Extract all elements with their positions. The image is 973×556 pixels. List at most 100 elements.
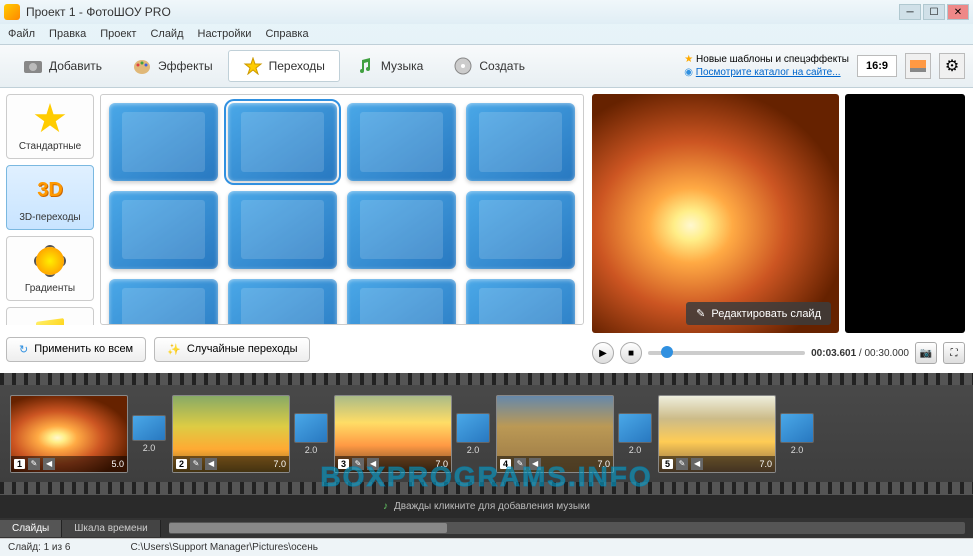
star-icon (243, 57, 263, 75)
slide-thumb[interactable]: 5 ✎ ◀ 7.0 (658, 395, 776, 473)
menubar: Файл Правка Проект Слайд Настройки Справ… (0, 24, 973, 44)
status-path: C:\Users\Support Manager\Pictures\осень (130, 542, 317, 553)
music-note-icon: ♪ (383, 501, 388, 512)
window-title: Проект 1 - ФотоШОУ PRO (26, 5, 899, 19)
tab-slides[interactable]: Слайды (0, 520, 62, 537)
random-button[interactable]: ✨ Случайные переходы (154, 337, 310, 362)
snapshot-button[interactable]: 📷 (915, 342, 937, 364)
preview-main[interactable]: ✎ Редактировать слайд (592, 94, 839, 333)
camera-icon: 📷 (920, 348, 932, 359)
menu-edit[interactable]: Правка (49, 28, 86, 40)
category-favorites[interactable] (6, 307, 94, 325)
fullscreen-button[interactable]: ⛶ (943, 342, 965, 364)
edit-slide-button[interactable]: ✎ Редактировать слайд (686, 302, 831, 325)
play-button[interactable]: ▶ (592, 342, 614, 364)
timeline: 1 ✎ ◀ 5.0 2.0 2 ✎ ◀ 7.0 2. (0, 373, 973, 538)
transition-item[interactable] (466, 279, 575, 325)
slides-track[interactable]: 1 ✎ ◀ 5.0 2.0 2 ✎ ◀ 7.0 2. (0, 385, 973, 482)
star-icon (34, 103, 66, 135)
tab-add[interactable]: Добавить (8, 50, 117, 82)
tab-music[interactable]: Музыка (340, 50, 438, 82)
transition-item[interactable] (109, 279, 218, 325)
menu-file[interactable]: Файл (8, 28, 35, 40)
seek-bar[interactable] (648, 351, 805, 355)
slide-thumb[interactable]: 2 ✎ ◀ 7.0 (172, 395, 290, 473)
category-gradients[interactable]: Градиенты (6, 236, 94, 301)
prev-icon[interactable]: ◀ (205, 458, 217, 470)
prev-icon[interactable]: ◀ (43, 458, 55, 470)
prev-icon[interactable]: ◀ (367, 458, 379, 470)
promo-box: ★ Новые шаблоны и спецэффекты ◉ Посмотри… (684, 53, 849, 79)
titlebar: Проект 1 - ФотоШОУ PRO ─ ☐ ✕ (0, 0, 973, 24)
tab-effects[interactable]: Эффекты (117, 50, 228, 82)
time-current: 00:03.601 / 00:30.000 (811, 348, 909, 359)
wand-icon: ✨ (167, 343, 181, 356)
edit-icon[interactable]: ✎ (190, 458, 202, 470)
transition-item[interactable] (466, 103, 575, 181)
scrollbar-thumb[interactable] (169, 523, 448, 533)
slide-thumb[interactable]: 3 ✎ ◀ 7.0 (334, 395, 452, 473)
transition-item[interactable] (347, 191, 456, 269)
transition-thumb[interactable] (618, 413, 652, 443)
transition-item[interactable] (228, 103, 337, 181)
menu-slide[interactable]: Слайд (150, 28, 183, 40)
tab-transitions[interactable]: Переходы (228, 50, 340, 82)
menu-help[interactable]: Справка (265, 28, 308, 40)
category-3d[interactable]: 3D 3D-переходы (6, 165, 94, 230)
settings-button[interactable]: ⚙ (939, 53, 965, 79)
music-note-icon (355, 57, 375, 75)
category-list: Стандартные 3D 3D-переходы Градиенты (6, 94, 94, 325)
gear-icon: ⚙ (945, 56, 959, 76)
refresh-icon: ↻ (19, 343, 28, 356)
prev-icon[interactable]: ◀ (529, 458, 541, 470)
tab-timeline[interactable]: Шкала времени (62, 520, 160, 537)
category-standard[interactable]: Стандартные (6, 94, 94, 159)
aspect-ratio-button[interactable]: 16:9 (857, 55, 897, 77)
status-slide-count: Слайд: 1 из 6 (8, 542, 70, 553)
transition-item[interactable] (109, 103, 218, 181)
edit-icon[interactable]: ✎ (676, 458, 688, 470)
edit-icon[interactable]: ✎ (28, 458, 40, 470)
transition-thumb[interactable] (780, 413, 814, 443)
transition-item[interactable] (228, 191, 337, 269)
transition-item[interactable] (347, 103, 456, 181)
preview-toggle-button[interactable] (905, 53, 931, 79)
filmstrip-bottom (0, 482, 973, 494)
transition-item[interactable] (228, 279, 337, 325)
tab-create[interactable]: Создать (438, 50, 540, 82)
fullscreen-icon: ⛶ (951, 348, 958, 359)
transition-item[interactable] (466, 191, 575, 269)
transition-grid (100, 94, 584, 325)
slide-thumb[interactable]: 1 ✎ ◀ 5.0 (10, 395, 128, 473)
transition-item[interactable] (109, 191, 218, 269)
transition-thumb[interactable] (132, 415, 166, 441)
transition-item[interactable] (347, 279, 456, 325)
promo-link[interactable]: Посмотрите каталог на сайте... (696, 67, 841, 78)
statusbar: Слайд: 1 из 6 C:\Users\Support Manager\P… (0, 538, 973, 556)
prev-icon[interactable]: ◀ (691, 458, 703, 470)
menu-settings[interactable]: Настройки (198, 28, 252, 40)
apply-all-button[interactable]: ↻ Применить ко всем (6, 337, 146, 362)
maximize-button[interactable]: ☐ (923, 4, 945, 20)
preview-next[interactable] (845, 94, 965, 333)
stop-button[interactable]: ■ (620, 342, 642, 364)
transition-thumb[interactable] (294, 413, 328, 443)
note-icon (36, 318, 64, 325)
palette-icon (132, 57, 152, 75)
timeline-scrollbar[interactable] (169, 522, 965, 534)
filmstrip-top (0, 373, 973, 385)
edit-icon[interactable]: ✎ (514, 458, 526, 470)
minimize-button[interactable]: ─ (899, 4, 921, 20)
gradient-icon (36, 247, 64, 275)
close-button[interactable]: ✕ (947, 4, 969, 20)
music-track[interactable]: ♪ Дважды кликните для добавления музыки (0, 494, 973, 518)
menu-project[interactable]: Проект (100, 28, 136, 40)
edit-icon[interactable]: ✎ (352, 458, 364, 470)
slide-thumb[interactable]: 4 ✎ ◀ 7.0 (496, 395, 614, 473)
app-icon (4, 4, 20, 20)
pencil-icon: ✎ (696, 307, 705, 320)
playback-bar: ▶ ■ 00:03.601 / 00:30.000 📷 ⛶ (592, 339, 965, 367)
transition-thumb[interactable] (456, 413, 490, 443)
seek-handle[interactable] (661, 346, 673, 358)
disc-icon (453, 57, 473, 75)
